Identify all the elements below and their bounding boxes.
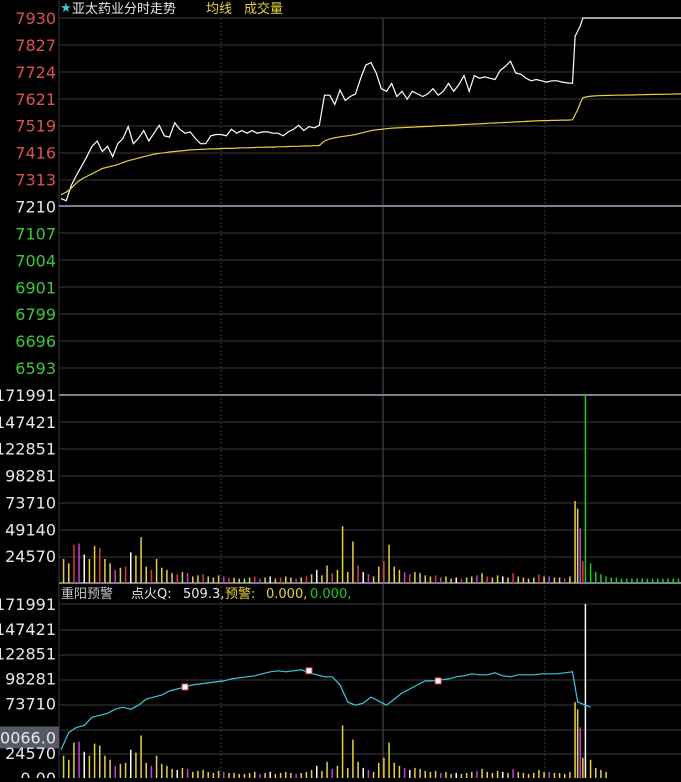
indicator-warn-value-1: 0.000, (266, 587, 307, 602)
price-tick-up: 7519 (15, 117, 56, 136)
indicator-tick: 171991 (0, 595, 56, 614)
price-tick-up: 7930 (15, 9, 56, 28)
grid-layer (58, 0, 681, 778)
volume-tick: 122851 (0, 440, 56, 459)
volume-tick: 73710 (5, 493, 56, 512)
price-tick-down: 6696 (15, 332, 56, 351)
price-tick-down: 6799 (15, 305, 56, 324)
price-tick-up: 7313 (15, 171, 56, 190)
price-tick-up: 7724 (15, 63, 56, 82)
volume-tick: 24570 (5, 547, 56, 566)
price-tick-down: 7004 (15, 251, 56, 270)
price-tick-down: 7107 (15, 224, 56, 243)
price-tick-down: 6593 (15, 359, 56, 378)
star-icon: ★ (60, 1, 72, 16)
price-tick-up: 7827 (15, 36, 56, 55)
volume-tick: 147421 (0, 413, 56, 432)
signal-marker (181, 683, 189, 691)
volume-tick: 98281 (5, 467, 56, 486)
chart-stage: ★ 亚太药业分时走势 均线 成交量 重阳预警 点火Q: 509.3, 预警: 0… (0, 0, 681, 782)
price-tick-up: 7416 (15, 144, 56, 163)
avg-line-legend: 均线 (206, 2, 232, 17)
chart-marks (60, 17, 681, 778)
indicator-tick: 98281 (5, 670, 56, 689)
indicator-q-value: 509.3, (183, 587, 224, 602)
intraday-chart[interactable]: ★ 亚太药业分时走势 均线 成交量 重阳预警 点火Q: 509.3, 预警: 0… (0, 0, 681, 782)
price-tick-down: 6901 (15, 278, 56, 297)
volume-tick: 49140 (5, 520, 56, 539)
indicator-tick: 73710 (5, 694, 56, 713)
indicator-warn-value-2: 0.000, (310, 587, 351, 602)
indicator-q-label: 点火Q: (131, 587, 172, 602)
axis-labels: 7930 7827 7724 7621 7519 7416 7313 7210 7107 7004… (0, 9, 59, 782)
price-tick-base: 7210 (15, 197, 56, 216)
indicator-name: 重阳预警 (61, 586, 113, 602)
indicator-tick: 24570 (5, 744, 56, 763)
volume-legend: 成交量 (244, 1, 283, 17)
chart-title: 亚太药业分时走势 (72, 1, 176, 17)
indicator-tick: 122851 (0, 645, 56, 664)
signal-marker (305, 667, 313, 675)
signal-marker (434, 677, 442, 685)
indicator-warn-label: 预警: (225, 586, 255, 602)
indicator-tick: 147421 (0, 620, 56, 639)
price-tick-up: 7621 (15, 90, 56, 109)
volume-tick: 171991 (0, 386, 56, 405)
indicator-tick: 0.00 (20, 769, 56, 778)
